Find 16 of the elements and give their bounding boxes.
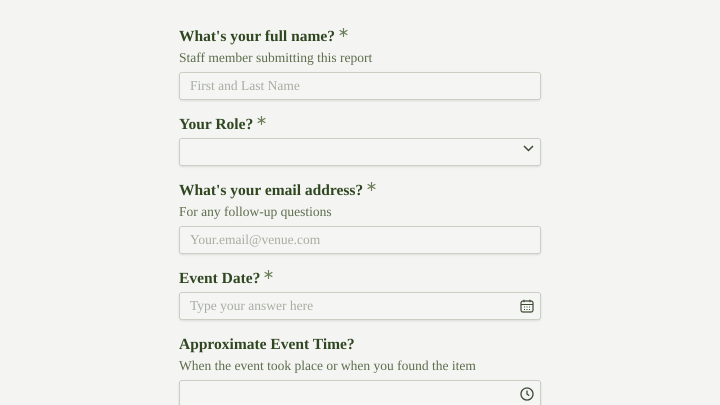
field-description: When the event took place or when you found the item — [179, 357, 477, 375]
field-label: Your Role? — [179, 115, 254, 135]
field-label: What's your full name? — [179, 27, 336, 47]
field-label: Approximate Event Time? — [179, 335, 355, 355]
text-field[interactable]: First and Last Name — [179, 72, 541, 100]
field-label: What's your email address? — [179, 181, 364, 201]
text-field[interactable]: Your.email@venue.com — [179, 226, 541, 254]
time-field[interactable] — [179, 380, 541, 405]
calendar-icon — [520, 299, 534, 313]
field-label: Event Date? — [179, 269, 260, 289]
chevron-down-icon — [523, 145, 534, 152]
field-description: For any follow-up questions — [179, 203, 333, 221]
dropdown[interactable] — [179, 138, 541, 166]
clock-icon — [520, 387, 534, 401]
field-description: Staff member submitting this report — [179, 49, 374, 67]
date-field[interactable]: Type your answer here — [179, 292, 541, 320]
